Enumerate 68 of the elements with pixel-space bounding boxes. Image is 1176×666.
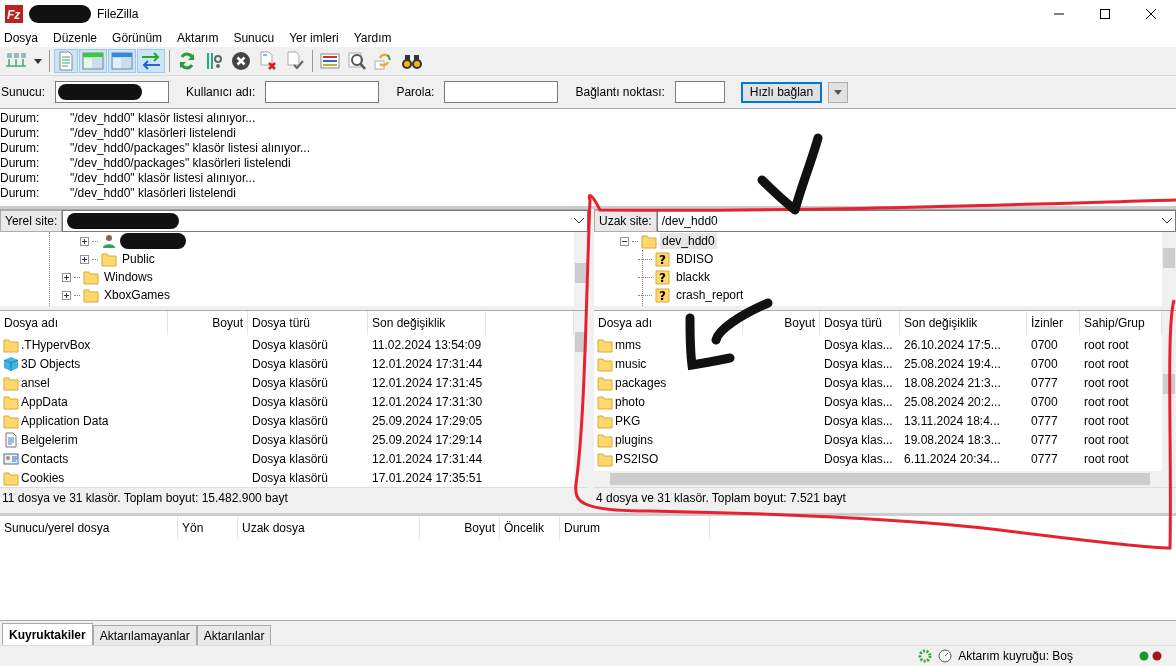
field-label: Kullanıcı adı: — [186, 85, 256, 99]
file-name[interactable]: AppData — [21, 394, 68, 409]
table-cell-text: Dosya klasörü — [251, 432, 330, 447]
tab[interactable]: Aktarılanlar — [196, 625, 272, 645]
table-cell-text: Dosya klasörü — [251, 375, 330, 390]
log-label: Durum: — [0, 126, 41, 141]
field-label: Sunucu: — [1, 85, 46, 99]
log-message: "/dev_hdd0/packages" klasör listesi alınıyor... — [70, 141, 310, 156]
table-cell-text: Dosya klasörü — [251, 337, 330, 352]
tree-item[interactable]: Public — [120, 251, 157, 267]
app-logo-icon: Fz — [5, 5, 23, 23]
file-name[interactable]: 3D Objects — [21, 356, 81, 371]
log-label: Durum: — [0, 111, 41, 126]
column-header[interactable]: Boyut — [168, 311, 248, 335]
file-name[interactable]: ansel — [21, 375, 50, 390]
log-message: "/dev_hdd0" klasör listesi alınıyor... — [70, 111, 256, 126]
table-cell-text: Dosya klasörü — [251, 451, 330, 466]
tab[interactable]: Aktarılamayanlar — [92, 625, 197, 645]
log-label: Durum: — [0, 141, 41, 156]
quickconnect-button[interactable]: Hızlı bağlan — [740, 81, 823, 103]
column-header[interactable]: Öncelik — [500, 516, 560, 540]
tree-item[interactable]: Windows — [102, 269, 155, 285]
menu-item[interactable]: Dosya — [0, 30, 45, 45]
file-name[interactable]: Cookies — [21, 470, 65, 485]
table-cell-text: Dosya klasörü — [251, 356, 330, 371]
menu-item[interactable]: Görünüm — [108, 30, 170, 45]
tab[interactable]: Kuyruktakiler — [2, 623, 93, 645]
column-header[interactable]: Son değişiklik — [368, 311, 486, 335]
menu-item[interactable]: Yer imleri — [285, 30, 346, 45]
table-cell-text: 12.01.2024 17:31:45 — [371, 375, 484, 390]
table-cell-text: 12.01.2024 17:31:30 — [371, 394, 484, 409]
menu-item[interactable]: Sunucu — [229, 30, 282, 45]
table-cell-text: Dosya klasörü — [251, 394, 330, 409]
field-label: Bağlantı noktası: — [575, 85, 665, 99]
table-cell-text: 12.01.2024 17:31:44 — [371, 451, 484, 466]
tree-item[interactable]: XboxGames — [102, 287, 173, 303]
table-cell-text: 12.01.2024 17:31:44 — [371, 356, 484, 371]
field-label: Parola: — [396, 85, 435, 99]
status-text: 11 dosya ve 31 klasör. Toplam boyut: 15.482.900 bayt — [0, 487, 588, 508]
file-name[interactable]: .THypervBox — [21, 337, 91, 352]
column-header[interactable]: Sunucu/yerel dosya — [0, 516, 178, 540]
log-message: "/dev_hdd0" klasörleri listelendi — [70, 186, 236, 201]
menu-item[interactable]: Düzenle — [49, 30, 105, 45]
table-cell-text: Dosya klasörü — [251, 413, 330, 428]
site-label: Yerel site: — [0, 210, 63, 232]
table-cell-text: Dosya klasörü — [251, 470, 330, 485]
log-message: "/dev_hdd0" klasörleri listelendi — [70, 126, 236, 141]
table-cell-text: 25.09.2024 17:29:05 — [371, 413, 484, 428]
column-header[interactable]: Uzak dosya — [238, 516, 420, 540]
table-cell-text: 17.01.2024 17:35:51 — [371, 470, 484, 485]
table-cell-text: 25.09.2024 17:29:14 — [371, 432, 484, 447]
table-cell-text: 11.02.2024 13:54:09 — [371, 337, 483, 352]
log-label: Durum: — [0, 186, 41, 201]
file-name[interactable]: Belgelerim — [21, 432, 78, 447]
log-label: Durum: — [0, 171, 41, 186]
queue-status: Aktarım kuyruğu: Boş — [958, 649, 1073, 663]
log-label: Durum: — [0, 156, 41, 171]
file-name[interactable]: Application Data — [21, 413, 109, 428]
column-header[interactable]: Boyut — [420, 516, 500, 540]
file-name[interactable]: Contacts — [21, 451, 69, 466]
menu-item[interactable]: Aktarım — [173, 30, 226, 45]
column-header[interactable]: Dosya türü — [248, 311, 368, 335]
column-header[interactable]: Dosya adı — [0, 311, 168, 335]
log-message: "/dev_hdd0" klasör listesi alınıyor... — [70, 171, 256, 186]
window-title: FileZilla — [97, 7, 139, 21]
menu-item[interactable]: Yardım — [349, 30, 399, 45]
log-message: "/dev_hdd0/packages" klasörleri listelendi — [70, 156, 291, 171]
column-header[interactable]: Yön — [178, 516, 238, 540]
